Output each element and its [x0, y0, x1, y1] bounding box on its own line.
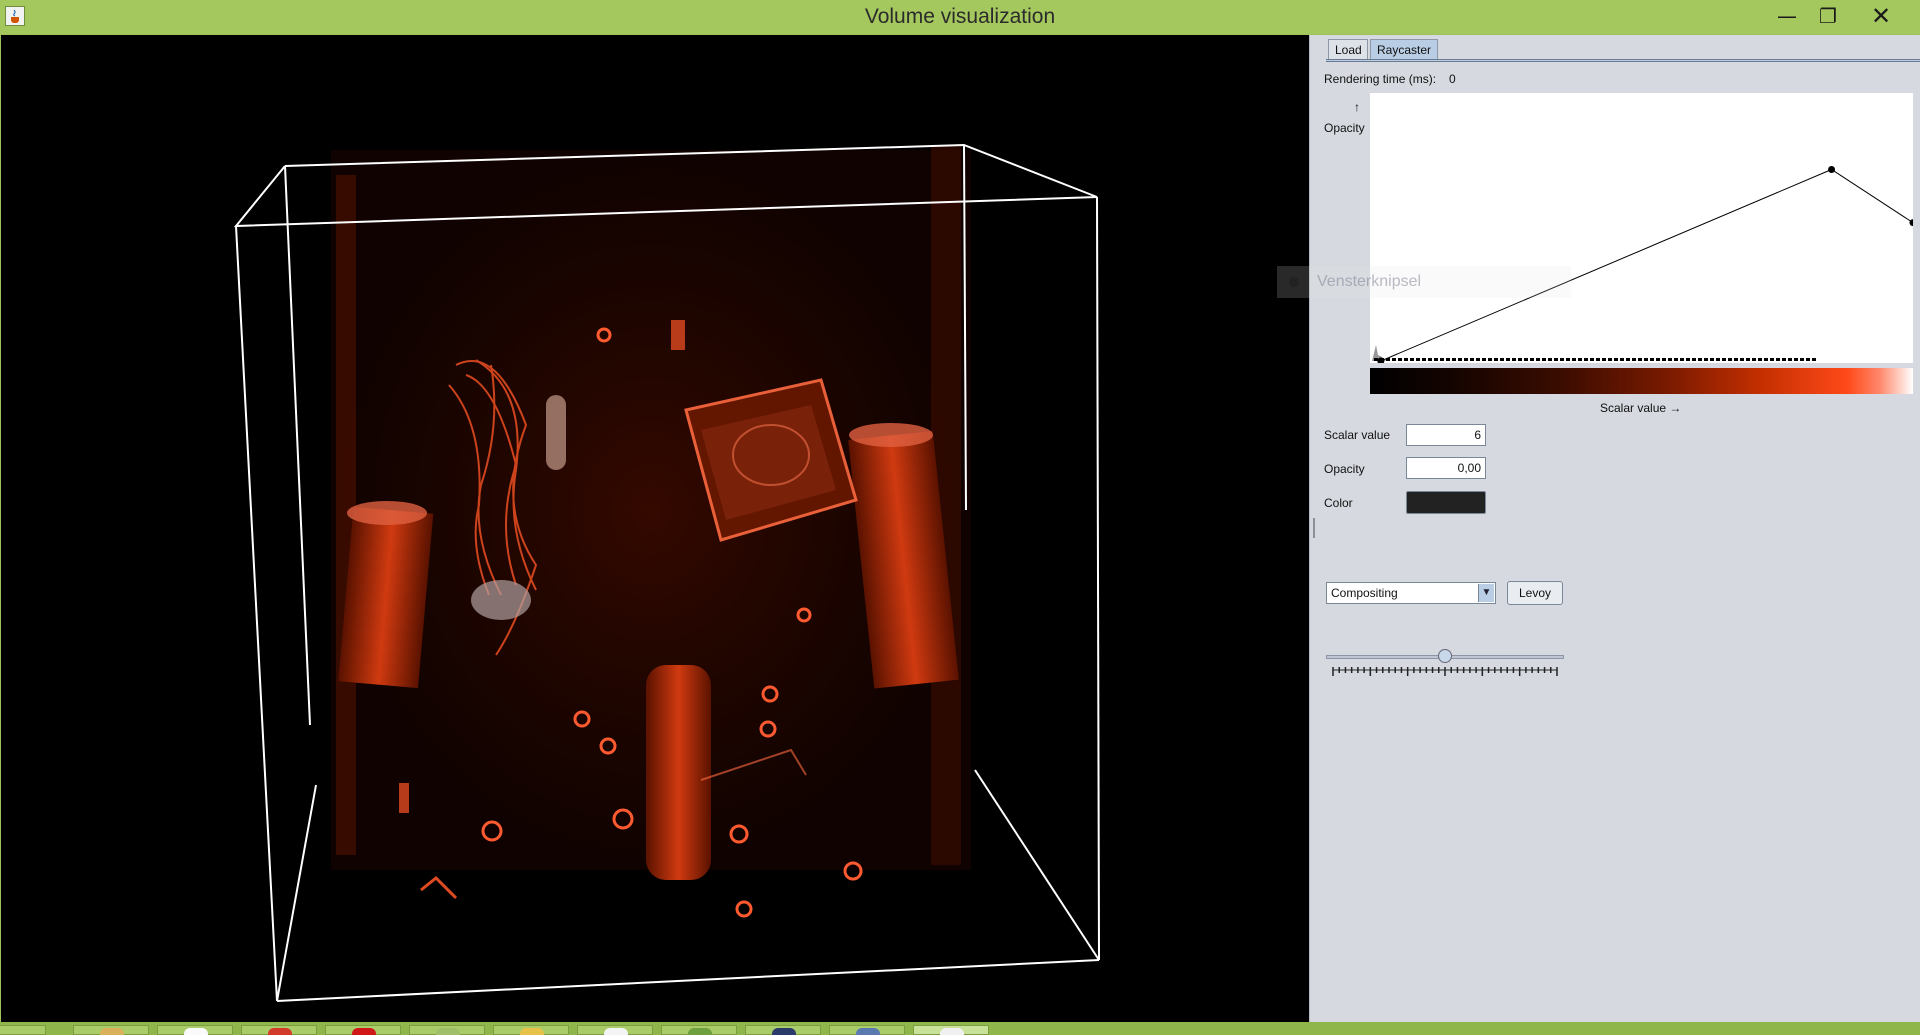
taskbar-app-chrome[interactable]	[241, 1025, 317, 1035]
app-icon	[856, 1028, 880, 1035]
dropdown-arrow-icon[interactable]: ▼	[1478, 584, 1494, 602]
maximize-button[interactable]: ❐	[1806, 0, 1850, 32]
render-mode-select[interactable]: Compositing ▼	[1326, 582, 1496, 604]
taskbar-app-5[interactable]	[409, 1025, 485, 1035]
taskbar-app-explorer[interactable]	[73, 1025, 149, 1035]
app-icon	[688, 1028, 712, 1035]
app-icon	[772, 1028, 796, 1035]
notepad-icon	[184, 1028, 208, 1035]
histogram-baseline	[1374, 358, 1816, 361]
minimize-button[interactable]: —	[1765, 0, 1809, 32]
taskbar	[0, 1022, 1920, 1035]
tab-underline	[1326, 59, 1920, 62]
opacity-field[interactable]: 0,00	[1406, 457, 1486, 479]
color-gradient-bar	[1370, 368, 1913, 394]
folder-icon	[100, 1028, 124, 1035]
close-button[interactable]: ✕	[1858, 0, 1904, 32]
window-title: Volume visualization	[864, 5, 1056, 28]
record-dot-icon	[1289, 277, 1299, 287]
control-panel: Load Raycaster Rendering time (ms): 0 ↑ …	[1317, 35, 1920, 1022]
opacity-axis-arrow: ↑	[1354, 100, 1360, 114]
taskbar-app-9[interactable]	[745, 1025, 821, 1035]
levoy-button[interactable]: Levoy	[1507, 581, 1563, 605]
quality-slider[interactable]	[1326, 649, 1564, 679]
app-icon	[520, 1028, 544, 1035]
scalar-value-field[interactable]: 6	[1406, 424, 1486, 446]
taskbar-app-notepad[interactable]	[157, 1025, 233, 1035]
taskbar-app-java-active[interactable]	[913, 1025, 989, 1035]
acrobat-icon	[352, 1028, 376, 1035]
rendering-time-value: 0	[1449, 72, 1456, 86]
app-icon	[436, 1028, 460, 1035]
taskbar-app-acrobat[interactable]	[325, 1025, 401, 1035]
taskbar-app-7[interactable]	[577, 1025, 653, 1035]
opacity-label: Opacity	[1324, 462, 1365, 476]
taskbar-app-6[interactable]	[493, 1025, 569, 1035]
render-mode-value: Compositing	[1331, 586, 1398, 600]
taskbar-start[interactable]	[0, 1025, 46, 1035]
chrome-icon	[268, 1028, 292, 1035]
title-bar: Volume visualization — ❐ ✕	[0, 0, 1920, 34]
color-label: Color	[1324, 496, 1353, 510]
opacity-axis-label: Opacity	[1324, 121, 1365, 135]
center-cylinder	[646, 665, 711, 880]
left-cylinder	[338, 506, 434, 689]
color-swatch-button[interactable]	[1406, 491, 1486, 514]
split-divider[interactable]	[1309, 35, 1317, 1022]
volume-render-viewport[interactable]	[1, 35, 1309, 1022]
java-icon	[940, 1028, 964, 1035]
volume-render	[233, 143, 1100, 1002]
app-icon	[604, 1028, 628, 1035]
scalar-axis-label: Scalar value →	[1600, 401, 1682, 415]
taskbar-app-8[interactable]	[661, 1025, 737, 1035]
slider-ticks	[1332, 667, 1558, 676]
control-point-1[interactable]	[1828, 165, 1836, 173]
taskbar-app-10[interactable]	[829, 1025, 905, 1035]
rendering-time-label: Rendering time (ms):	[1324, 72, 1437, 86]
transfer-function-editor[interactable]	[1370, 93, 1913, 363]
splitter-grip[interactable]	[1313, 518, 1315, 538]
scalar-value-label: Scalar value	[1324, 428, 1391, 442]
slider-thumb[interactable]	[1438, 649, 1452, 663]
snipping-tool-overlay: Vensterknipsel	[1277, 266, 1571, 298]
tab-load[interactable]: Load	[1328, 39, 1368, 59]
snipping-tool-label: Vensterknipsel	[1317, 273, 1422, 290]
tab-raycaster[interactable]: Raycaster	[1370, 39, 1438, 59]
